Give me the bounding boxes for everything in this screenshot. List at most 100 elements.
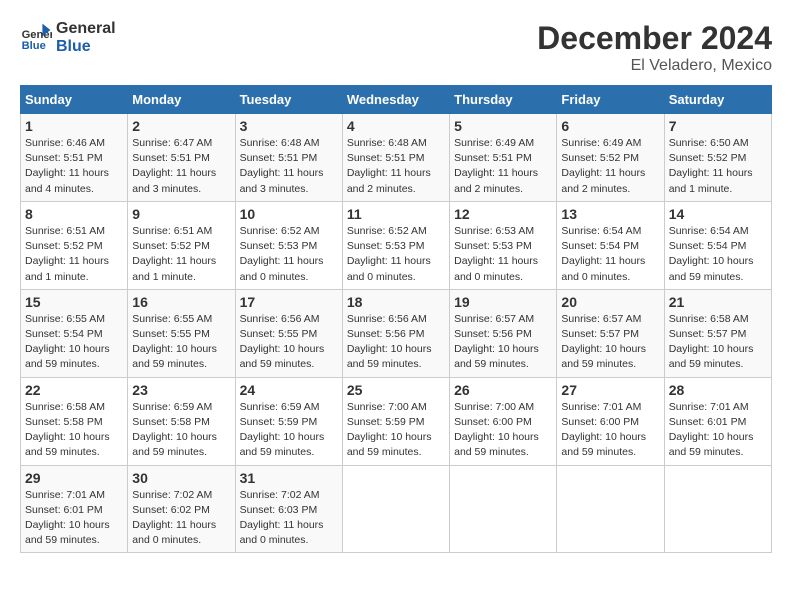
calendar-cell: 2 Sunrise: 6:47 AM Sunset: 5:51 PM Daylig… xyxy=(128,114,235,202)
calendar-cell: 18 Sunrise: 6:56 AM Sunset: 5:56 PM Dayli… xyxy=(342,289,449,377)
day-info: Sunrise: 6:48 AM Sunset: 5:51 PM Dayligh… xyxy=(240,136,338,197)
calendar-cell: 23 Sunrise: 6:59 AM Sunset: 5:58 PM Dayli… xyxy=(128,377,235,465)
day-number: 3 xyxy=(240,118,338,134)
day-info: Sunrise: 6:59 AM Sunset: 5:58 PM Dayligh… xyxy=(132,400,230,461)
day-number: 31 xyxy=(240,470,338,486)
logo-icon: General Blue xyxy=(20,22,52,54)
calendar-cell: 27 Sunrise: 7:01 AM Sunset: 6:00 PM Dayli… xyxy=(557,377,664,465)
day-number: 16 xyxy=(132,294,230,310)
day-info: Sunrise: 6:46 AM Sunset: 5:51 PM Dayligh… xyxy=(25,136,123,197)
day-info: Sunrise: 6:55 AM Sunset: 5:54 PM Dayligh… xyxy=(25,312,123,373)
day-number: 26 xyxy=(454,382,552,398)
calendar-cell: 30 Sunrise: 7:02 AM Sunset: 6:02 PM Dayli… xyxy=(128,465,235,553)
day-info: Sunrise: 6:58 AM Sunset: 5:58 PM Dayligh… xyxy=(25,400,123,461)
day-info: Sunrise: 7:01 AM Sunset: 6:00 PM Dayligh… xyxy=(561,400,659,461)
day-info: Sunrise: 7:02 AM Sunset: 6:02 PM Dayligh… xyxy=(132,488,230,549)
day-number: 8 xyxy=(25,206,123,222)
calendar-cell: 11 Sunrise: 6:52 AM Sunset: 5:53 PM Dayli… xyxy=(342,201,449,289)
calendar-week-4: 22 Sunrise: 6:58 AM Sunset: 5:58 PM Dayli… xyxy=(21,377,772,465)
day-number: 25 xyxy=(347,382,445,398)
day-number: 18 xyxy=(347,294,445,310)
day-info: Sunrise: 6:49 AM Sunset: 5:51 PM Dayligh… xyxy=(454,136,552,197)
day-info: Sunrise: 6:51 AM Sunset: 5:52 PM Dayligh… xyxy=(132,224,230,285)
calendar-cell xyxy=(664,465,771,553)
day-info: Sunrise: 6:47 AM Sunset: 5:51 PM Dayligh… xyxy=(132,136,230,197)
calendar-title-block: December 2024 El Veladero, Mexico xyxy=(537,20,772,75)
day-number: 11 xyxy=(347,206,445,222)
calendar-cell: 4Sunrise: 6:48 AM Sunset: 5:51 PM Daylig… xyxy=(342,114,449,202)
day-number: 27 xyxy=(561,382,659,398)
calendar-week-3: 15 Sunrise: 6:55 AM Sunset: 5:54 PM Dayli… xyxy=(21,289,772,377)
calendar-cell: 26Sunrise: 7:00 AM Sunset: 6:00 PM Dayli… xyxy=(450,377,557,465)
calendar-cell: 28Sunrise: 7:01 AM Sunset: 6:01 PM Dayli… xyxy=(664,377,771,465)
calendar-subtitle: El Veladero, Mexico xyxy=(537,57,772,75)
col-header-saturday: Saturday xyxy=(664,86,771,114)
day-number: 12 xyxy=(454,206,552,222)
calendar-cell: 1 Sunrise: 6:46 AM Sunset: 5:51 PM Daylig… xyxy=(21,114,128,202)
calendar-cell: 20 Sunrise: 6:57 AM Sunset: 5:57 PM Dayli… xyxy=(557,289,664,377)
day-number: 21 xyxy=(669,294,767,310)
day-info: Sunrise: 7:02 AM Sunset: 6:03 PM Dayligh… xyxy=(240,488,338,549)
day-info: Sunrise: 6:56 AM Sunset: 5:55 PM Dayligh… xyxy=(240,312,338,373)
day-number: 6 xyxy=(561,118,659,134)
svg-text:Blue: Blue xyxy=(22,40,46,52)
calendar-body: 1 Sunrise: 6:46 AM Sunset: 5:51 PM Daylig… xyxy=(21,114,772,553)
calendar-week-5: 29 Sunrise: 7:01 AM Sunset: 6:01 PM Dayli… xyxy=(21,465,772,553)
day-number: 23 xyxy=(132,382,230,398)
day-number: 28 xyxy=(669,382,767,398)
day-number: 30 xyxy=(132,470,230,486)
calendar-cell: 17Sunrise: 6:56 AM Sunset: 5:55 PM Dayli… xyxy=(235,289,342,377)
day-number: 22 xyxy=(25,382,123,398)
calendar-cell: 21Sunrise: 6:58 AM Sunset: 5:57 PM Dayli… xyxy=(664,289,771,377)
calendar-cell: 31 Sunrise: 7:02 AM Sunset: 6:03 PM Dayli… xyxy=(235,465,342,553)
day-number: 15 xyxy=(25,294,123,310)
calendar-cell: 3 Sunrise: 6:48 AM Sunset: 5:51 PM Daylig… xyxy=(235,114,342,202)
day-info: Sunrise: 7:01 AM Sunset: 6:01 PM Dayligh… xyxy=(25,488,123,549)
page-header: General Blue General Blue December 2024 … xyxy=(20,20,772,75)
calendar-cell: 14 Sunrise: 6:54 AM Sunset: 5:54 PM Dayli… xyxy=(664,201,771,289)
calendar-cell xyxy=(342,465,449,553)
day-number: 13 xyxy=(561,206,659,222)
day-number: 24 xyxy=(240,382,338,398)
calendar-cell: 7Sunrise: 6:50 AM Sunset: 5:52 PM Daylig… xyxy=(664,114,771,202)
day-number: 29 xyxy=(25,470,123,486)
day-number: 7 xyxy=(669,118,767,134)
col-header-sunday: Sunday xyxy=(21,86,128,114)
day-number: 14 xyxy=(669,206,767,222)
day-info: Sunrise: 6:52 AM Sunset: 5:53 PM Dayligh… xyxy=(240,224,338,285)
day-number: 9 xyxy=(132,206,230,222)
col-header-tuesday: Tuesday xyxy=(235,86,342,114)
day-number: 10 xyxy=(240,206,338,222)
col-header-wednesday: Wednesday xyxy=(342,86,449,114)
calendar-cell: 9 Sunrise: 6:51 AM Sunset: 5:52 PM Daylig… xyxy=(128,201,235,289)
day-number: 19 xyxy=(454,294,552,310)
calendar-cell: 6Sunrise: 6:49 AM Sunset: 5:52 PM Daylig… xyxy=(557,114,664,202)
calendar-cell: 24Sunrise: 6:59 AM Sunset: 5:59 PM Dayli… xyxy=(235,377,342,465)
logo-text-blue: Blue xyxy=(56,38,116,56)
day-number: 1 xyxy=(25,118,123,134)
day-info: Sunrise: 6:53 AM Sunset: 5:53 PM Dayligh… xyxy=(454,224,552,285)
day-info: Sunrise: 6:52 AM Sunset: 5:53 PM Dayligh… xyxy=(347,224,445,285)
calendar-header-row: SundayMondayTuesdayWednesdayThursdayFrid… xyxy=(21,86,772,114)
calendar-cell: 19 Sunrise: 6:57 AM Sunset: 5:56 PM Dayli… xyxy=(450,289,557,377)
day-number: 20 xyxy=(561,294,659,310)
calendar-cell: 22 Sunrise: 6:58 AM Sunset: 5:58 PM Dayli… xyxy=(21,377,128,465)
calendar-week-2: 8 Sunrise: 6:51 AM Sunset: 5:52 PM Daylig… xyxy=(21,201,772,289)
day-info: Sunrise: 6:57 AM Sunset: 5:57 PM Dayligh… xyxy=(561,312,659,373)
calendar-title: December 2024 xyxy=(537,20,772,57)
calendar-cell: 16 Sunrise: 6:55 AM Sunset: 5:55 PM Dayli… xyxy=(128,289,235,377)
day-info: Sunrise: 6:55 AM Sunset: 5:55 PM Dayligh… xyxy=(132,312,230,373)
calendar-table: SundayMondayTuesdayWednesdayThursdayFrid… xyxy=(20,85,772,553)
calendar-cell: 8Sunrise: 6:51 AM Sunset: 5:52 PM Daylig… xyxy=(21,201,128,289)
calendar-cell: 13 Sunrise: 6:54 AM Sunset: 5:54 PM Dayli… xyxy=(557,201,664,289)
col-header-friday: Friday xyxy=(557,86,664,114)
day-number: 2 xyxy=(132,118,230,134)
day-info: Sunrise: 6:54 AM Sunset: 5:54 PM Dayligh… xyxy=(669,224,767,285)
calendar-cell xyxy=(450,465,557,553)
day-info: Sunrise: 6:54 AM Sunset: 5:54 PM Dayligh… xyxy=(561,224,659,285)
calendar-cell: 5Sunrise: 6:49 AM Sunset: 5:51 PM Daylig… xyxy=(450,114,557,202)
day-info: Sunrise: 6:57 AM Sunset: 5:56 PM Dayligh… xyxy=(454,312,552,373)
calendar-cell: 15 Sunrise: 6:55 AM Sunset: 5:54 PM Dayli… xyxy=(21,289,128,377)
calendar-cell xyxy=(557,465,664,553)
day-info: Sunrise: 6:56 AM Sunset: 5:56 PM Dayligh… xyxy=(347,312,445,373)
